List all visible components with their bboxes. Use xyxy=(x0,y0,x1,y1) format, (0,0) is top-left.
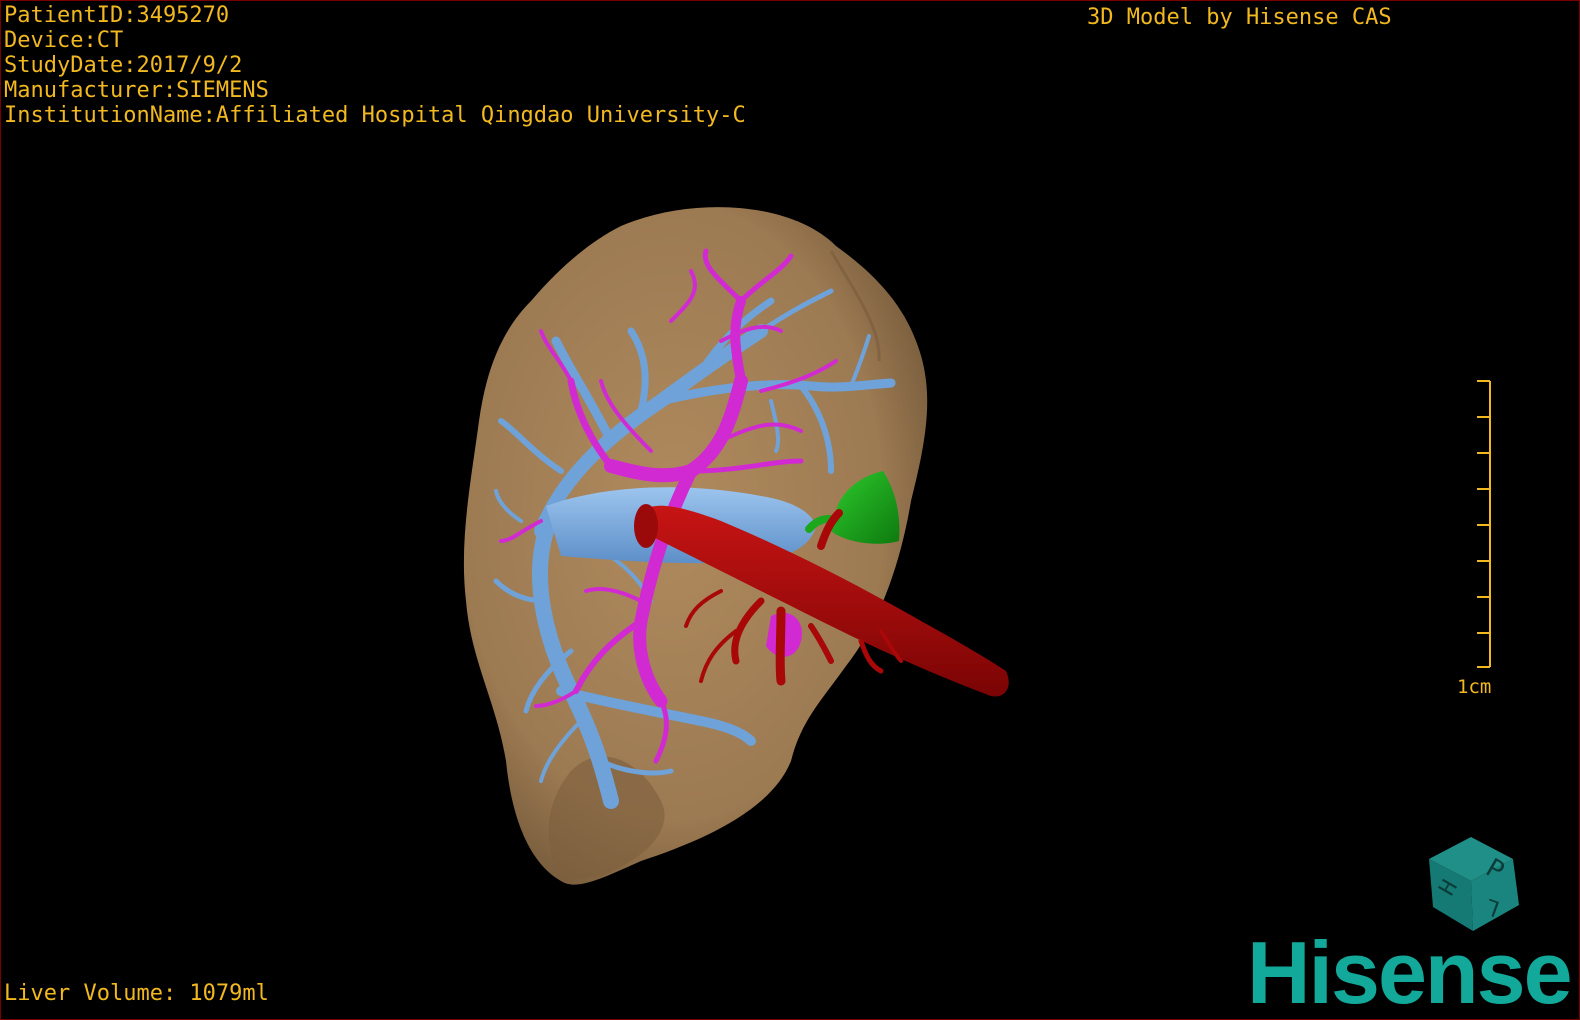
model-credit-text: 3D Model by Hisense CAS xyxy=(1087,5,1392,30)
patient-id-text: PatientID:3495270 xyxy=(4,3,230,28)
hisense-logo: Hisense xyxy=(1247,923,1573,1020)
orientation-cube-icon[interactable]: P H L xyxy=(1429,837,1519,931)
liver-volume-text: Liver Volume: 1079ml xyxy=(4,981,269,1006)
scale-bar-label: 1cm xyxy=(1457,676,1492,698)
3d-viewport[interactable]: P H L PatientID:3495270 Device:CT StudyD… xyxy=(0,0,1580,1020)
institution-text: InstitutionName:Affiliated Hospital Qing… xyxy=(4,103,746,128)
study-date-text: StudyDate:2017/9/2 xyxy=(4,53,243,78)
device-text: Device:CT xyxy=(4,28,124,53)
liver-3d-render[interactable]: P H L xyxy=(1,1,1580,1020)
manufacturer-text: Manufacturer:SIEMENS xyxy=(4,78,269,103)
artery-cap xyxy=(634,504,658,548)
scale-bar xyxy=(1477,380,1491,668)
